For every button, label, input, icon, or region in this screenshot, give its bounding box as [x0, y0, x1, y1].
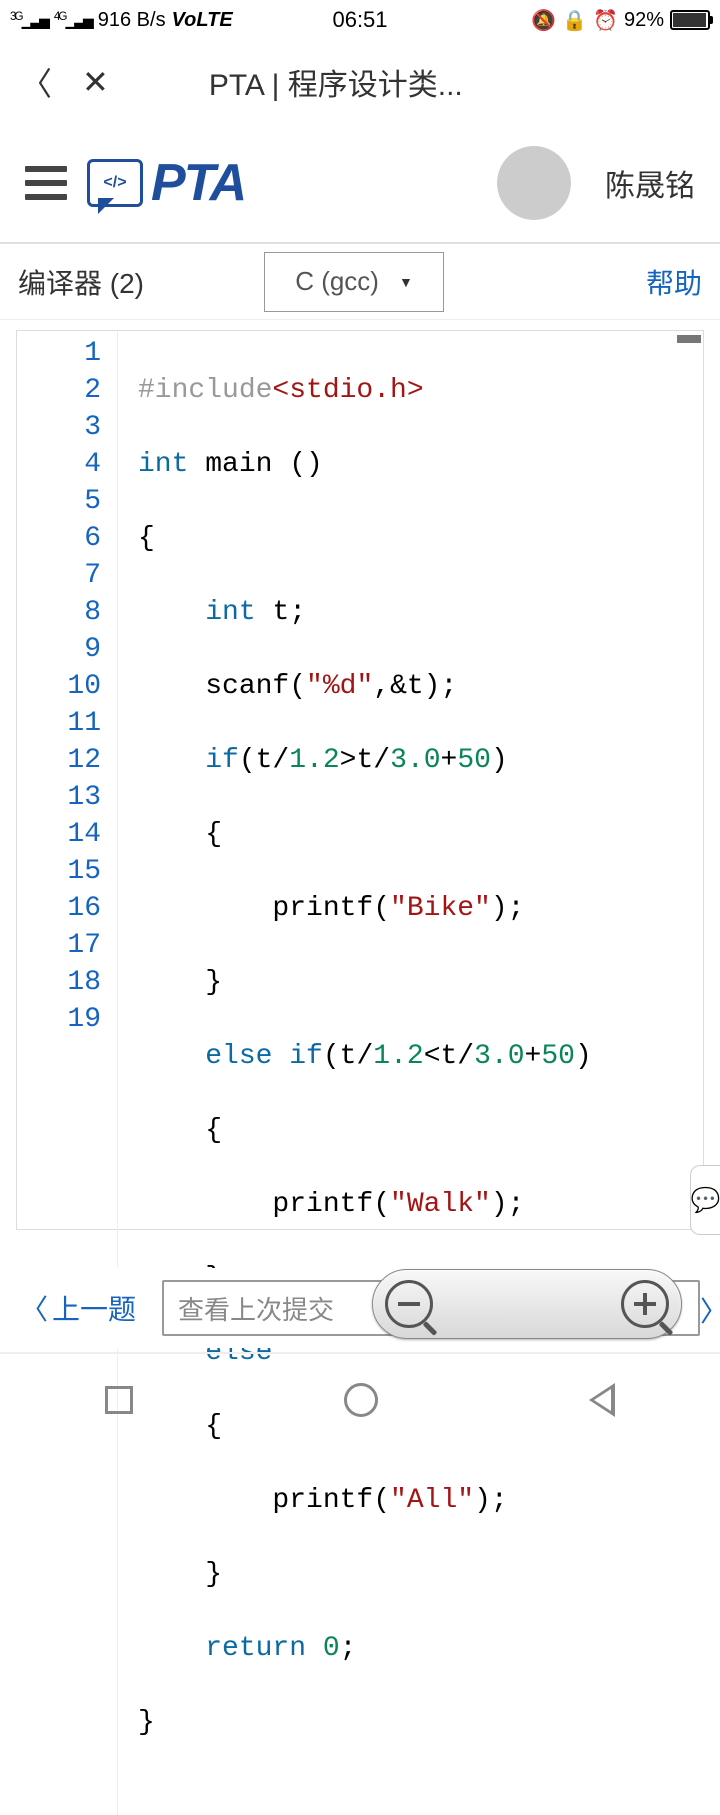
alarm-icon: ⏰	[593, 8, 618, 33]
back-button[interactable]	[589, 1383, 615, 1417]
logo-badge-icon: </>	[87, 159, 143, 207]
username[interactable]: 陈晟铭	[605, 161, 695, 205]
volte-label: VoLTE	[172, 9, 233, 32]
language-selected-value: C (gcc)	[295, 266, 379, 297]
app-header: </> PTA 陈晟铭	[0, 124, 720, 244]
line-gutter: 12345678910111213141516171819	[17, 331, 117, 1815]
code-editor[interactable]: 12345678910111213141516171819 #include<s…	[16, 330, 704, 1230]
chevron-down-icon: ▼	[399, 274, 413, 290]
logo-text: PTA	[151, 153, 245, 213]
android-nav-bar	[0, 1360, 720, 1440]
code-content[interactable]: #include<stdio.h> int main () { int t; s…	[117, 331, 592, 1815]
status-time: 06:51	[332, 7, 387, 33]
compiler-label: 编译器 (2)	[18, 262, 144, 302]
network-speed: 916 B/s	[98, 9, 166, 32]
language-select[interactable]: C (gcc) ▼	[264, 252, 444, 312]
prev-question-link[interactable]: 〈上一题	[20, 1288, 136, 1328]
signal-3g-icon: 3G▁▃▅	[10, 10, 48, 30]
status-bar: 3G▁▃▅ 4G▁▃▅ 916 B/s VoLTE 06:51 🔕 🔒 ⏰ 92…	[0, 0, 720, 40]
browser-bar: 〈 ✕ PTA | 程序设计类...	[0, 40, 720, 124]
close-icon[interactable]: ✕	[82, 63, 109, 101]
logo[interactable]: </> PTA	[87, 153, 245, 213]
chevron-left-icon: 〈	[20, 1288, 48, 1328]
back-icon[interactable]: 〈	[20, 59, 52, 105]
help-link[interactable]: 帮助	[646, 262, 702, 302]
feedback-tab[interactable]: 💬	[690, 1165, 720, 1235]
avatar[interactable]	[497, 146, 571, 220]
editor-toolbar: 编译器 (2) C (gcc) ▼ 帮助	[0, 244, 720, 320]
signal-4g-icon: 4G▁▃▅	[54, 10, 92, 30]
status-left: 3G▁▃▅ 4G▁▃▅ 916 B/s VoLTE	[10, 9, 233, 32]
scrollbar-thumb[interactable]	[677, 335, 701, 343]
divider	[0, 1352, 720, 1354]
battery-icon	[670, 10, 710, 30]
page-title: PTA | 程序设计类...	[209, 60, 463, 104]
battery-percent: 92%	[624, 9, 664, 32]
lock-rotation-icon: 🔒	[562, 8, 587, 33]
home-button[interactable]	[344, 1383, 378, 1417]
zoom-widget	[372, 1269, 682, 1339]
recents-button[interactable]	[105, 1386, 133, 1414]
dnd-icon: 🔕	[531, 8, 556, 33]
menu-button[interactable]	[25, 166, 67, 200]
next-arrow-icon[interactable]: 〉	[700, 1290, 720, 1330]
status-right: 🔕 🔒 ⏰ 92%	[531, 8, 710, 33]
zoom-out-button[interactable]	[385, 1280, 433, 1328]
zoom-in-button[interactable]	[621, 1280, 669, 1328]
